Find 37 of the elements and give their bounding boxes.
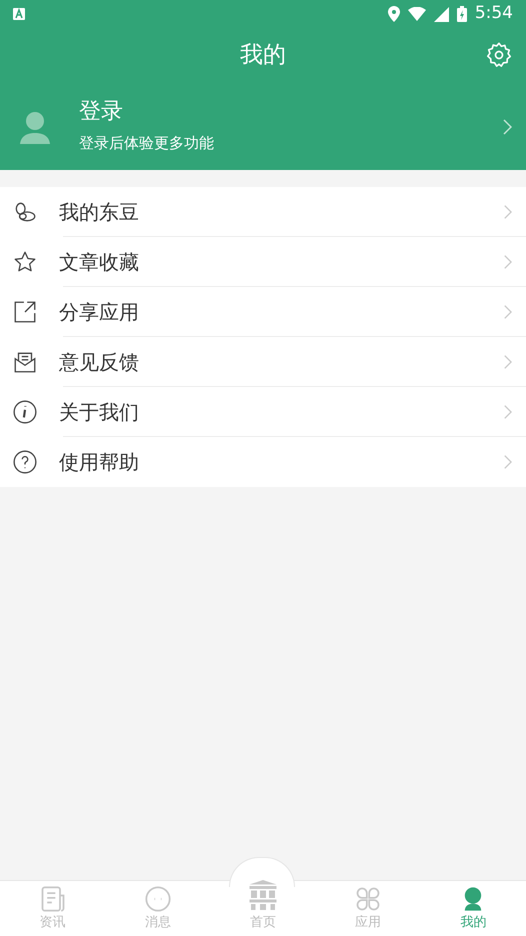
login-subtitle: 登录后体验更多功能 <box>79 133 215 154</box>
menu-label: 文章收藏 <box>59 249 140 276</box>
page-title: 我的 <box>240 41 286 70</box>
menu-item[interactable]: 我的东豆 <box>0 187 526 237</box>
chevron-icon <box>503 454 512 470</box>
chevron-icon <box>502 118 512 134</box>
chat-icon <box>144 884 172 912</box>
chevron-icon <box>503 404 512 420</box>
settings-icon <box>485 41 513 69</box>
menu-label: 我的东豆 <box>59 199 140 226</box>
menu-item[interactable]: 关于我们 <box>0 387 526 437</box>
clover-icon <box>354 884 382 912</box>
avatar-icon <box>20 110 50 144</box>
share-icon <box>12 299 38 325</box>
chevron-icon <box>503 354 512 370</box>
menu-label: 使用帮助 <box>59 449 140 476</box>
notification-icon <box>13 8 25 20</box>
menu-item[interactable]: 分享应用 <box>0 287 526 337</box>
menu-item[interactable]: 意见反馈 <box>0 337 526 387</box>
signal-icon <box>434 6 449 22</box>
chevron-icon <box>503 254 512 270</box>
menu-label: 分享应用 <box>59 299 140 326</box>
settings-button[interactable] <box>484 40 514 70</box>
battery-icon <box>456 6 467 22</box>
wifi-icon <box>408 7 426 21</box>
menu-label: 关于我们 <box>59 399 140 426</box>
chevron-icon <box>503 304 512 320</box>
login-title: 登录 <box>79 98 124 126</box>
menu-item[interactable]: 文章收藏 <box>0 237 526 287</box>
location-icon <box>388 6 400 22</box>
info-icon <box>12 399 38 425</box>
status-time: 5:54 <box>474 2 513 26</box>
chevron-icon <box>503 204 512 220</box>
menu-label: 意见反馈 <box>59 349 140 376</box>
menu-item[interactable]: 使用帮助 <box>0 437 526 487</box>
document-icon <box>38 884 67 912</box>
help-icon <box>12 449 38 475</box>
